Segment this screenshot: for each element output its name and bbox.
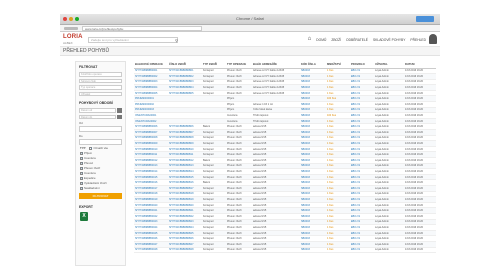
date-from-field[interactable]: Datum od [79, 108, 116, 113]
col-header-quantity[interactable]: MNOŽSTVÍ [326, 61, 350, 69]
browser-titlebar: Chrome / Safari [60, 14, 440, 25]
checkbox-label: Příjem [84, 151, 93, 155]
checkbox-label: Naskladnění [84, 186, 100, 190]
col-header-date[interactable]: DATUM [404, 61, 436, 69]
checkbox[interactable]: ✓ [80, 186, 83, 190]
export-title: EXPORT [79, 205, 93, 209]
date-section-title: POHYBOVÝ OBDOBÍ [79, 101, 113, 105]
col-header-address[interactable]: BALÍK ADRESÁŘE [252, 61, 300, 69]
col-header-item-type[interactable]: TYP ZBOŽÍ [202, 61, 226, 69]
nav-item-overview[interactable]: PŘEHLED [410, 38, 426, 42]
table-cell: Přesun zboží [226, 247, 252, 254]
user-field[interactable]: Uživatel [79, 91, 122, 96]
app-header: LORIA ALBEX Zadejte text pro vyhledávání… [60, 32, 440, 47]
checkbox-row: ✓ Příjem [80, 151, 121, 155]
to-label: Do [79, 134, 83, 138]
avatar[interactable] [429, 34, 437, 44]
operation-type-field[interactable]: Typ operace [79, 85, 122, 90]
logo-subtitle: ALBEX [63, 41, 73, 45]
nav-item-stock-movements[interactable]: SKLADOVÉ POHYBY [373, 38, 405, 42]
logo[interactable]: LORIA [63, 34, 83, 40]
home-icon[interactable]: ⌂ [308, 36, 312, 42]
checkbox[interactable]: ✓ [80, 171, 83, 175]
col-header-rule[interactable]: PRAVIDLO [350, 61, 374, 69]
table-cell: Kontejnér [202, 247, 226, 254]
checkbox-label: Převod [84, 161, 93, 165]
table-cell: adresa 6/15 [252, 247, 300, 254]
col-header-code[interactable]: KÓD ČÍSLA [300, 61, 326, 69]
table-header-row: BALIKOVÉ OPERACE ČÍSLO ZBOŽÍ TYP ZBOŽÍ TYP … [134, 61, 436, 69]
checkbox-row: ✓ Převod [80, 161, 121, 165]
search-icon[interactable]: ⚲ [175, 38, 178, 43]
filter-title: FILTROVAT [79, 65, 98, 69]
date-from-row: Datum od [79, 108, 122, 113]
address-bar: www.loria.cz/prehled-pohybu [60, 25, 440, 32]
search-input[interactable]: Zadejte text pro vyhledávání [88, 37, 178, 43]
checkbox-row: ✓ Inventura [80, 156, 121, 160]
checkbox-row: ✓ Přesun zboží [80, 166, 121, 170]
table-cell[interactable]: SH7732B9B8B0028 [134, 247, 168, 254]
checkbox-row: ✓ Vyskladnění zboží [80, 181, 121, 185]
checkbox[interactable]: ✓ [80, 161, 83, 165]
to-select[interactable] [79, 139, 122, 145]
checkbox-row: ✓ Inventura [80, 171, 121, 175]
table-cell[interactable]: SB0003 [300, 247, 326, 254]
top-navigation: ⌂ DOMŮ ZBOŽÍ ODBĚRATELÉ SKLADOVÉ POHYBY … [308, 36, 426, 42]
from-label: Od [79, 121, 83, 125]
checkbox-row: ✓ Expedice [80, 176, 121, 180]
app-window: LORIA ALBEX Zadejte text pro vyhledávání… [60, 32, 440, 272]
operation-code-field[interactable]: Kód/číslo operace [79, 72, 122, 77]
filter-panel: FILTROVAT Kód/číslo operace Sériové čísl… [75, 61, 126, 266]
page-title: PŘEHLED POHYBŮ [60, 47, 440, 56]
checkbox[interactable]: ✓ [80, 176, 83, 180]
checkbox[interactable]: ✓ [80, 166, 83, 170]
browser-action-button[interactable] [416, 16, 434, 22]
nav-item-home[interactable]: DOMŮ [316, 38, 326, 42]
checkbox-label: Vyskladnění zboží [84, 181, 107, 185]
checkbox-select-all[interactable]: ✓ [89, 146, 93, 150]
checkbox-label: Inventura [84, 171, 96, 175]
checkbox-label: Označit vše [93, 146, 109, 150]
col-header-operation-type[interactable]: TYP OPERACE [226, 61, 252, 69]
col-header-user[interactable]: UŽIVATEL [374, 61, 404, 69]
type-row: TYP ✓ Označit vše [80, 146, 121, 150]
table-cell: 1 Kus [326, 247, 350, 254]
checkbox-label: Expedice [84, 176, 96, 180]
checkbox[interactable]: ✓ [80, 151, 83, 155]
table-row[interactable]: SH7732B9B8B0028 SH7732CB9B0B0B28 Kontejnér… [134, 247, 436, 254]
serial-number-field[interactable]: Sériové číslo [79, 78, 122, 83]
type-label: TYP [80, 146, 86, 150]
from-select[interactable] [79, 126, 122, 132]
checkbox-row: ✓ Naskladnění [80, 186, 121, 190]
url-field[interactable]: www.loria.cz/prehled-pohybu [82, 26, 202, 31]
table-cell: Loyat Admin [374, 247, 404, 254]
excel-icon[interactable]: X [80, 212, 88, 221]
table-cell[interactable]: EBO-X1 [350, 247, 374, 254]
filter-button[interactable]: FILTROVAT [79, 193, 122, 199]
calendar-icon[interactable] [117, 114, 122, 119]
col-header-operation[interactable]: BALIKOVÉ OPERACE [134, 61, 168, 69]
table-cell[interactable]: SH7732CB9B0B0B28 [168, 247, 202, 254]
table-cell: 13.8.2016 16:20 [404, 247, 436, 254]
movements-table: BALIKOVÉ OPERACE ČÍSLO ZBOŽÍ TYP ZBOŽÍ TYP … [134, 61, 436, 254]
checkbox-label: Inventura [84, 156, 96, 160]
col-header-item-number[interactable]: ČÍSLO ZBOŽÍ [168, 61, 202, 69]
back-forward-icon[interactable] [64, 27, 78, 30]
date-to-row: Datum do [79, 114, 122, 119]
nav-item-customers[interactable]: ODBĚRATELÉ [346, 38, 368, 42]
nav-item-goods[interactable]: ZBOŽÍ [331, 38, 341, 42]
checkbox[interactable]: ✓ [80, 156, 83, 160]
window-title: Chrome / Safari [235, 16, 264, 21]
checkbox[interactable]: ✓ [80, 181, 83, 185]
date-to-field[interactable]: Datum do [79, 114, 116, 119]
checkbox-label: Přesun zboží [84, 166, 101, 170]
calendar-icon[interactable] [117, 108, 122, 113]
